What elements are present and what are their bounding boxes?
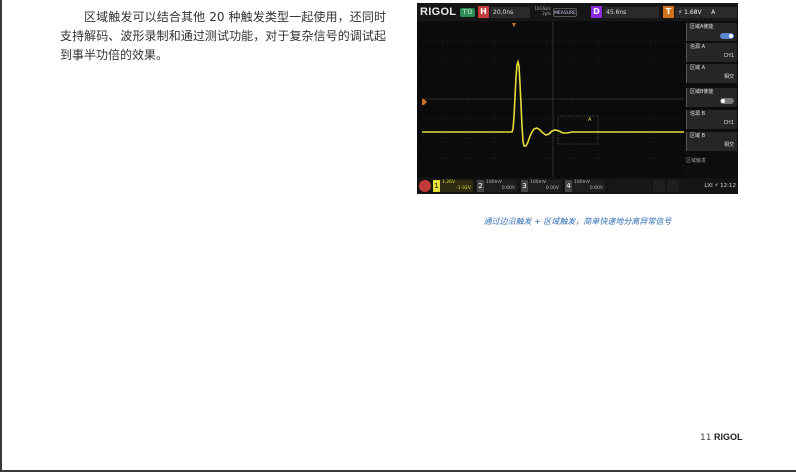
source-b-item[interactable]: 信源 B CH1 xyxy=(686,110,737,129)
trigger-level: 1.68V xyxy=(684,9,702,16)
scope-top-bar: RIGOL T'D H 20.0ns 10GSa/s 2pts MEASURE D… xyxy=(417,3,738,21)
zone-a-enable-label: 区域A使能 xyxy=(690,24,714,30)
zone-b-label: 区域 B xyxy=(690,133,706,139)
zone-b-item[interactable]: 区域 B 相交 xyxy=(686,132,737,151)
zone-b-enable-item[interactable]: 区域B使能 xyxy=(686,88,737,107)
body-paragraph: 区域触发可以结合其他 20 种触发类型一起使用，还同时支持解码、波形录制和通过测… xyxy=(60,10,386,62)
clock-time: 12:12 xyxy=(720,183,736,189)
channel-3-scale: 100mV xyxy=(530,180,547,185)
zone-trigger-panel: 区域A使能 信源 A CH1 区域 A 相交 区域B使能 信源 B CH1 区域… xyxy=(685,22,738,177)
scope-logo: RIGOL xyxy=(420,6,457,18)
channel-4-scale: 100mV xyxy=(574,180,591,185)
channel-1-offset: -1.92V xyxy=(456,186,471,191)
zone-b-toggle[interactable] xyxy=(720,98,734,104)
zone-b-value: 相交 xyxy=(723,142,734,148)
source-a-item[interactable]: 信源 A CH1 xyxy=(686,43,737,62)
digital-channels-icon[interactable] xyxy=(609,180,651,192)
delay-value: 45.6ns xyxy=(603,7,659,18)
page-left-border xyxy=(0,0,2,472)
trigger-icon: T xyxy=(663,6,674,18)
channel-2-number: 2 xyxy=(477,180,484,192)
zone-a-label: A xyxy=(588,117,592,123)
source-a-label: 信源 A xyxy=(690,44,706,50)
status-area: LXI ⚡ 12:12 xyxy=(704,183,736,189)
channel-4-info[interactable]: 4 100mV 0.00V xyxy=(565,180,605,192)
sample-rate: 10GSa/s 2pts xyxy=(529,6,551,16)
sample-rate-bottom: 2pts xyxy=(542,11,551,16)
channel-4-offset: 0.00V xyxy=(589,186,603,191)
panel-side-label: 区域触发 xyxy=(686,158,707,164)
timebase-value: 20.0ns xyxy=(490,7,530,18)
timebase-icon: H xyxy=(478,6,489,18)
channel-2-offset: 0.00V xyxy=(501,186,515,191)
zone-a-toggle-knob xyxy=(729,34,733,38)
channel-2-info[interactable]: 2 100mV 0.00V xyxy=(477,180,517,192)
generator-1-icon[interactable] xyxy=(653,180,665,192)
channel-1-info[interactable]: 1 1.26V -1.92V xyxy=(433,180,473,192)
zone-a-label: 区域 A xyxy=(690,65,706,71)
channel-1-number: 1 xyxy=(433,180,440,192)
waveform-svg: A xyxy=(418,22,684,177)
page-number: 11 xyxy=(700,433,712,443)
channel-1-scale: 1.26V xyxy=(442,180,456,185)
oscilloscope-screenshot: RIGOL T'D H 20.0ns 10GSa/s 2pts MEASURE D… xyxy=(417,3,738,194)
zone-a-enable-item[interactable]: 区域A使能 xyxy=(686,23,737,41)
channel-3-number: 3 xyxy=(521,180,528,192)
measure-button[interactable]: MEASURE xyxy=(553,8,577,17)
zone-b-toggle-knob xyxy=(721,99,725,103)
home-icon[interactable] xyxy=(419,180,431,192)
zone-a-toggle[interactable] xyxy=(720,33,734,39)
zone-b-enable-label: 区域B使能 xyxy=(690,89,714,95)
generator-2-icon[interactable] xyxy=(667,180,679,192)
footer-brand-logo: RIGOL xyxy=(714,432,743,442)
figure-caption: 通过边沿触发 + 区域触发，简单快速地分离异常信号 xyxy=(483,217,672,226)
delay-icon: D xyxy=(591,6,602,18)
trigger-source: A xyxy=(711,9,716,16)
waveform-grid: A xyxy=(418,22,684,177)
trigger-level-field: ⚡ 1.68V A xyxy=(675,7,737,18)
channel-4-number: 4 xyxy=(565,180,572,192)
scope-bottom-bar: 1 1.26V -1.92V 2 100mV 0.00V 3 100mV 0.0… xyxy=(417,178,738,194)
source-a-value: CH1 xyxy=(723,53,734,59)
source-b-value: CH1 xyxy=(723,120,734,126)
zone-a-item[interactable]: 区域 A 相交 xyxy=(686,64,737,83)
zone-a-value: 相交 xyxy=(723,74,734,80)
channel-3-offset: 0.00V xyxy=(545,186,559,191)
trigger-status-badge: T'D xyxy=(460,8,475,17)
source-b-label: 信源 B xyxy=(690,111,706,117)
channel-2-scale: 100mV xyxy=(486,180,503,185)
channel-3-info[interactable]: 3 100mV 0.00V xyxy=(521,180,561,192)
